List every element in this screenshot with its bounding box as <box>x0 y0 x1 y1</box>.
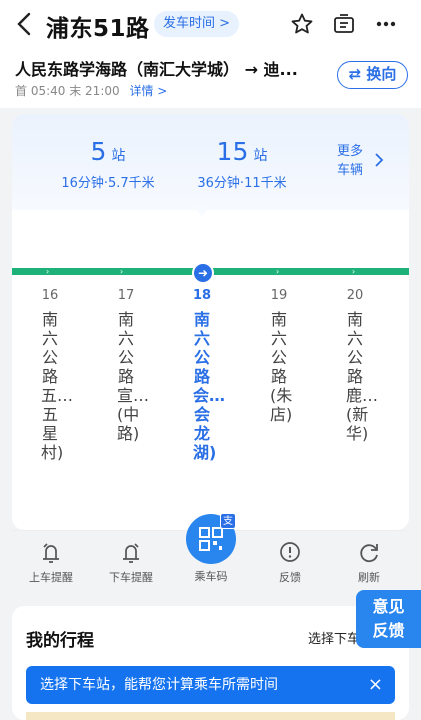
stop-sequence: 17 <box>117 288 135 303</box>
tip-banner: 选择下车站，能帮您计算乘车所需时间 × <box>26 666 395 704</box>
map-preview <box>26 712 395 720</box>
alipay-badge: 支 <box>220 513 236 529</box>
tool-label: 下车提醒 <box>109 571 153 584</box>
direction-text: 人民东路学海路（南汇大学城） → 迪... <box>15 60 298 79</box>
direction-row: 人民东路学海路（南汇大学城） → 迪... 首 05:40 末 21:00 详情… <box>0 48 421 108</box>
more-buses-label: 更多 <box>337 144 364 159</box>
stop-sequence: 16 <box>41 288 59 303</box>
eta-time-distance: 36分钟·11千米 <box>197 176 287 191</box>
tool-label: 上车提醒 <box>29 571 73 584</box>
bell-down-icon <box>123 543 139 563</box>
ride-code-label: 乘车码 <box>194 570 228 583</box>
stop-name: 南六公路(朱店) <box>270 310 293 424</box>
boarding-reminder-button[interactable]: 上车提醒 <box>16 540 86 585</box>
chevron-right-icon <box>375 153 384 167</box>
feedback-label-2: 反馈 <box>372 621 405 640</box>
stop-item[interactable]: 17 南六公路宣…(中路) <box>111 288 150 443</box>
direction-chevron-icon: › <box>120 267 124 276</box>
direction-chevron-icon: › <box>352 267 356 276</box>
last-bus-time: 末 21:00 <box>69 84 120 98</box>
switch-direction-button[interactable]: ⇄ 换向 <box>337 61 408 89</box>
eta-stops-count: 15 <box>216 137 249 166</box>
direction-chevron-icon: › <box>276 267 280 276</box>
stop-name: 南六公路会…会龙湖) <box>193 310 226 462</box>
stop-sequence: 19 <box>270 288 288 303</box>
more-buses-label-2: 车辆 <box>337 163 364 178</box>
stop-name: 南六公路五…五星村) <box>41 310 74 462</box>
bell-up-icon <box>43 543 59 563</box>
tool-label: 反馈 <box>279 571 301 584</box>
direction-chevron-icon: › <box>46 267 50 276</box>
feedback-float-button[interactable]: 意见 反馈 <box>356 590 421 648</box>
alight-reminder-button[interactable]: 下车提醒 <box>96 540 166 585</box>
feedback-tool-button[interactable]: 反馈 <box>255 540 325 585</box>
back-arrow-icon[interactable] <box>14 12 36 36</box>
eta-pointer <box>193 206 211 216</box>
tool-label: 刷新 <box>358 571 380 584</box>
detail-link[interactable]: 详情 > <box>129 84 167 98</box>
depart-time-label: 发车时间 <box>163 16 216 31</box>
alert-icon <box>280 542 300 562</box>
refresh-icon <box>360 544 378 563</box>
stop-item[interactable]: 16 南六公路五…五星村) <box>35 288 74 462</box>
stop-item[interactable]: 20 南六公路鹿…(新华) <box>340 288 379 443</box>
ticket-icon[interactable] <box>332 12 356 36</box>
stop-sequence: 20 <box>346 288 364 303</box>
current-stop-arrow-icon: ➜ <box>192 262 214 284</box>
star-icon[interactable] <box>290 12 314 36</box>
route-card: 5 站 16分钟·5.7千米 15 站 36分钟·11千米 更多 车辆 › › … <box>12 114 409 530</box>
qr-code-icon <box>199 527 223 551</box>
more-icon[interactable] <box>374 12 398 36</box>
stop-item-current[interactable]: 18 南六公路会…会龙湖) <box>187 288 226 462</box>
refresh-button[interactable]: 刷新 <box>334 540 404 585</box>
close-icon[interactable]: × <box>368 666 383 704</box>
more-buses-button[interactable]: 更多 车辆 <box>337 142 363 180</box>
feedback-label: 意见 <box>372 597 405 616</box>
stop-item[interactable]: 19 南六公路(朱店) <box>264 288 294 424</box>
my-trip-title: 我的行程 <box>26 631 94 651</box>
eta-stops-unit: 站 <box>111 148 126 164</box>
eta-panel: 5 站 16分钟·5.7千米 15 站 36分钟·11千米 更多 车辆 <box>12 114 409 210</box>
top-bar: 浦东51路 发车时间 > <box>0 0 421 48</box>
stop-name: 南六公路鹿…(新华) <box>346 310 379 443</box>
service-hours: 首 05:40 末 21:00 详情 > <box>15 82 167 99</box>
eta-time-distance: 16分钟·5.7千米 <box>61 176 155 191</box>
eta-stops-count: 5 <box>90 137 107 166</box>
eta-second-bus[interactable]: 15 站 36分钟·11千米 <box>182 137 302 192</box>
eta-stops-unit: 站 <box>253 148 268 164</box>
chevron-right-icon: > <box>219 16 231 31</box>
first-bus-time: 首 05:40 <box>15 84 66 98</box>
eta-next-bus[interactable]: 5 站 16分钟·5.7千米 <box>48 137 168 192</box>
route-title: 浦东51路 <box>46 16 150 42</box>
depart-time-button[interactable]: 发车时间 > <box>154 11 240 37</box>
stop-sequence: 18 <box>192 288 212 303</box>
stop-name: 南六公路宣…(中路) <box>117 310 150 443</box>
tip-text: 选择下车站，能帮您计算乘车所需时间 <box>40 677 278 693</box>
